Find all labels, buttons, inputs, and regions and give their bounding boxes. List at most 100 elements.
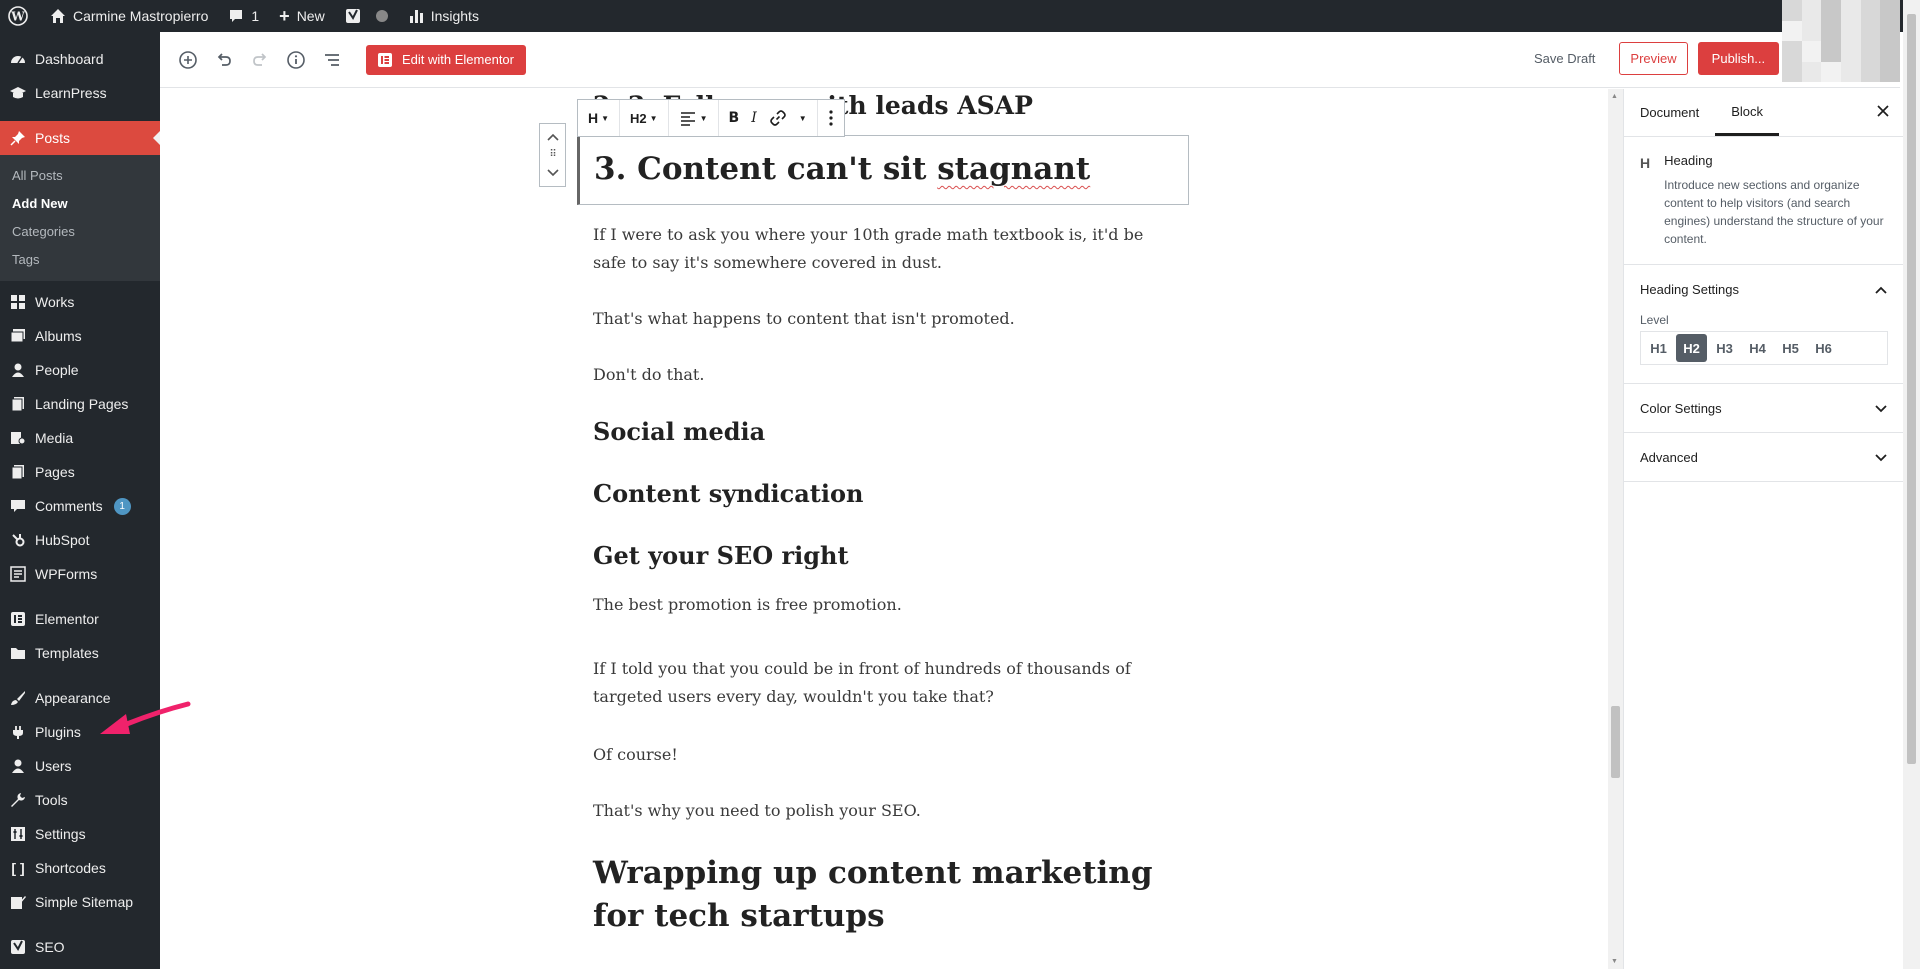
pages-icon xyxy=(10,396,26,412)
redo-button[interactable] xyxy=(242,42,278,78)
menu-item-posts[interactable]: Posts xyxy=(0,121,160,155)
drag-handle-icon[interactable]: ⠿ xyxy=(549,150,556,160)
block-card-title: Heading xyxy=(1664,153,1713,168)
heading-wrapping-up[interactable]: Wrapping up content marketing for tech s… xyxy=(593,852,1173,938)
level-h5-button[interactable]: H5 xyxy=(1775,334,1806,362)
heading-settings-toggle[interactable]: Heading Settings xyxy=(1624,265,1903,313)
menu-item-settings[interactable]: Settings xyxy=(0,817,160,851)
menu-item-shortcodes[interactable]: [ ] Shortcodes xyxy=(0,851,160,885)
add-block-button[interactable] xyxy=(170,42,206,78)
align-button[interactable]: ▼ xyxy=(673,103,714,133)
level-label: Level xyxy=(1640,313,1669,327)
paragraph-1[interactable]: If I were to ask you where your 10th gra… xyxy=(593,221,1173,277)
block-navigation-button[interactable] xyxy=(314,42,350,78)
menu-item-learnpress[interactable]: LearnPress xyxy=(0,76,160,110)
menu-item-seo[interactable]: SEO xyxy=(0,930,160,964)
menu-item-simple-sitemap[interactable]: Simple Sitemap xyxy=(0,885,160,919)
block-card-description: Introduce new sections and organize cont… xyxy=(1664,178,1884,246)
block-type-switcher[interactable]: H ▼ xyxy=(582,103,615,133)
submenu-add-new[interactable]: Add New xyxy=(0,189,160,217)
editor-scrollbar[interactable]: ▲ ▼ xyxy=(1608,89,1623,969)
preview-button[interactable]: Preview xyxy=(1619,42,1688,75)
heading-block-icon: H xyxy=(1640,155,1651,171)
level-h6-button[interactable]: H6 xyxy=(1808,334,1839,362)
new-content-link[interactable]: + New xyxy=(269,0,335,32)
level-h4-button[interactable]: H4 xyxy=(1742,334,1773,362)
menu-item-users[interactable]: Users xyxy=(0,749,160,783)
tab-document[interactable]: Document xyxy=(1624,89,1715,136)
yoast-link[interactable] xyxy=(335,0,398,32)
scroll-up-arrow-icon[interactable]: ▲ xyxy=(1611,93,1618,100)
paragraph-3[interactable]: Don't do that. xyxy=(593,361,1183,389)
menu-item-albums[interactable]: Albums xyxy=(0,319,160,353)
menu-item-people[interactable]: People xyxy=(0,353,160,387)
heading-social-media[interactable]: Social media xyxy=(593,417,1183,446)
site-name-link[interactable]: Carmine Mastropierro xyxy=(40,0,218,32)
menu-item-hubspot[interactable]: HubSpot xyxy=(0,523,160,557)
paragraph-6[interactable]: Of course! xyxy=(593,741,1183,769)
edit-with-elementor-button[interactable]: Edit with Elementor xyxy=(366,44,526,75)
bold-button[interactable]: B xyxy=(723,103,746,133)
pushpin-icon xyxy=(10,130,26,146)
paragraph-7[interactable]: That's why you need to polish your SEO. xyxy=(593,797,1183,825)
more-options-button[interactable] xyxy=(822,103,840,133)
paragraph-5[interactable]: If I told you that you could be in front… xyxy=(593,655,1183,711)
vertical-ellipsis-icon xyxy=(829,110,833,126)
move-down-icon[interactable] xyxy=(546,164,559,182)
publish-button[interactable]: Publish... xyxy=(1697,42,1780,75)
window-scroll-thumb[interactable] xyxy=(1907,14,1916,764)
menu-item-comments[interactable]: Comments 1 xyxy=(0,489,160,523)
menu-item-pages[interactable]: Pages xyxy=(0,455,160,489)
heading-icon: H xyxy=(588,110,599,126)
move-up-icon[interactable] xyxy=(546,128,559,146)
italic-button[interactable]: I xyxy=(745,103,763,133)
wordpress-logo-icon[interactable]: W xyxy=(0,0,40,32)
tab-block[interactable]: Block xyxy=(1715,89,1780,136)
level-h3-button[interactable]: H3 xyxy=(1709,334,1740,362)
close-icon[interactable] xyxy=(1877,105,1889,120)
menu-item-works[interactable]: Works xyxy=(0,285,160,319)
link-button[interactable] xyxy=(763,103,793,133)
menu-item-dashboard[interactable]: Dashboard xyxy=(0,42,160,76)
yoast-icon xyxy=(345,9,360,23)
undo-button[interactable] xyxy=(206,42,242,78)
save-draft-button[interactable]: Save Draft xyxy=(1520,51,1609,66)
plug-icon xyxy=(10,724,26,740)
submenu-all-posts[interactable]: All Posts xyxy=(0,161,160,189)
content-info-button[interactable] xyxy=(278,42,314,78)
submenu-categories[interactable]: Categories xyxy=(0,217,160,245)
heading-level-dropdown[interactable]: H2 ▼ xyxy=(624,103,664,133)
block-mover: ⠿ xyxy=(539,123,566,187)
paragraph-4[interactable]: The best promotion is free promotion. xyxy=(593,591,1183,619)
heading-content-syndication[interactable]: Content syndication xyxy=(593,479,1183,508)
color-settings-toggle[interactable]: Color Settings xyxy=(1624,384,1903,432)
comments-link[interactable]: 1 xyxy=(218,0,269,32)
insights-link[interactable]: Insights xyxy=(398,0,489,32)
menu-item-media[interactable]: Media xyxy=(0,421,160,455)
color-settings-title: Color Settings xyxy=(1640,400,1722,416)
menu-item-elementor[interactable]: Elementor xyxy=(0,602,160,636)
more-rich-text-button[interactable]: ▼ xyxy=(793,103,813,133)
menu-item-wpforms[interactable]: WPForms xyxy=(0,557,160,591)
advanced-panel: Advanced xyxy=(1624,433,1903,482)
paragraph-2[interactable]: That's what happens to content that isn'… xyxy=(593,305,1183,333)
page-icon xyxy=(10,464,26,480)
scroll-down-arrow-icon[interactable]: ▼ xyxy=(1611,958,1618,965)
editor-scroll-thumb[interactable] xyxy=(1611,706,1620,778)
heading-get-seo-right[interactable]: Get your SEO right xyxy=(593,541,1183,570)
window-scrollbar[interactable] xyxy=(1903,0,1920,969)
advanced-toggle[interactable]: Advanced xyxy=(1624,433,1903,481)
menu-label-comments: Comments xyxy=(35,498,103,514)
selected-heading-block[interactable]: 3. Content can't sit stagnant xyxy=(577,135,1189,205)
menu-item-landing-pages[interactable]: Landing Pages xyxy=(0,387,160,421)
selected-heading-text[interactable]: 3. Content can't sit stagnant xyxy=(594,150,1174,188)
submenu-tags[interactable]: Tags xyxy=(0,245,160,273)
level-h1-button[interactable]: H1 xyxy=(1643,334,1674,362)
comment-icon xyxy=(230,10,243,22)
menu-item-templates[interactable]: Templates xyxy=(0,636,160,670)
hubspot-icon xyxy=(10,532,26,548)
menu-item-tools[interactable]: Tools xyxy=(0,783,160,817)
images-icon xyxy=(10,328,26,344)
menu-label-media: Media xyxy=(35,430,74,446)
level-h2-button[interactable]: H2 xyxy=(1676,334,1707,362)
